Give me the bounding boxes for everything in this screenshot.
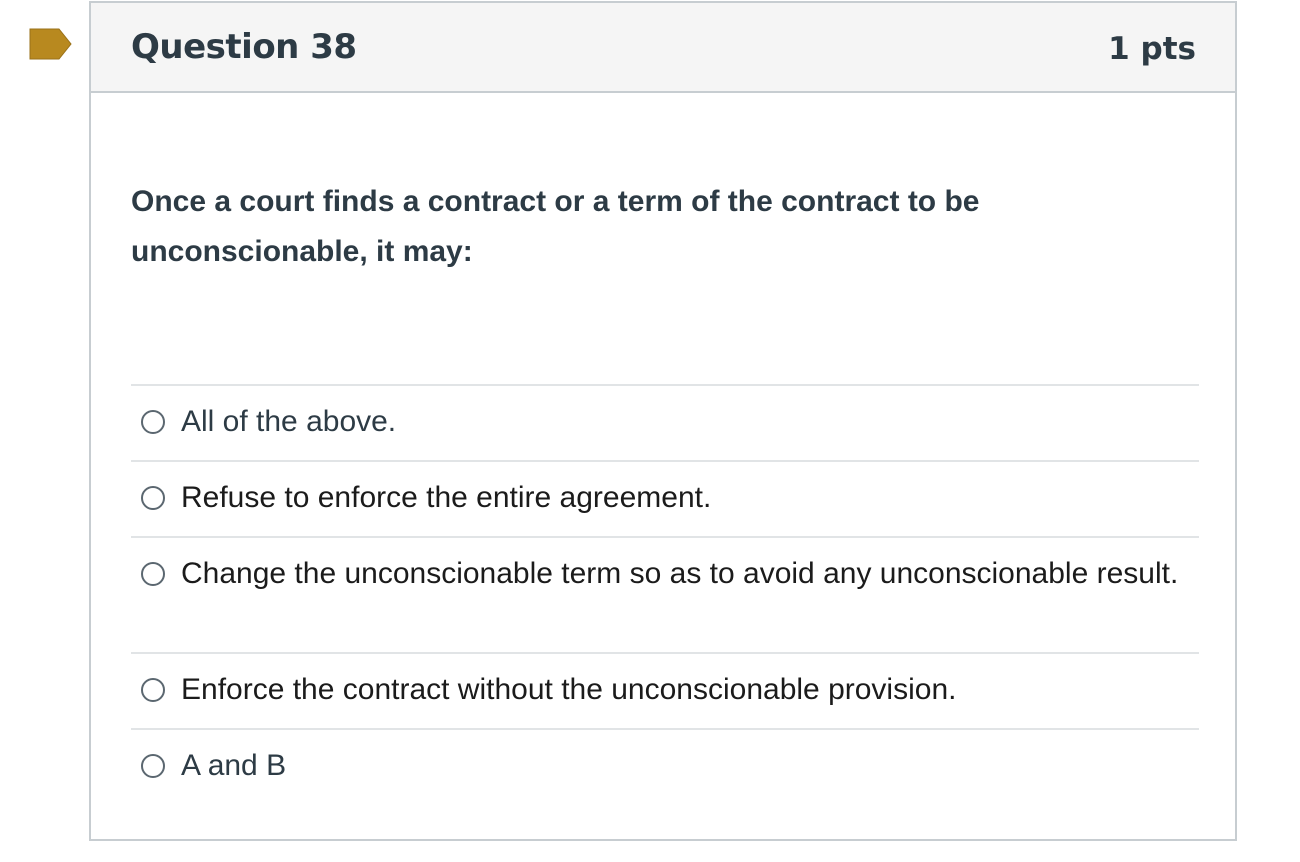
answer-option[interactable]: Refuse to enforce the entire agreement. [131,462,1199,538]
radio-button[interactable] [141,410,165,434]
answer-label[interactable]: All of the above. [181,402,1199,442]
answer-label[interactable]: Enforce the contract without the unconsc… [181,670,1199,710]
answer-list: All of the above. Refuse to enforce the … [131,384,1199,806]
question-header: Question 38 1 pts [91,3,1235,93]
question-title: Question 38 [131,27,357,67]
answer-option[interactable]: All of the above. [131,386,1199,462]
answer-option[interactable]: Enforce the contract without the unconsc… [131,654,1199,730]
radio-button[interactable] [141,678,165,702]
radio-button[interactable] [141,486,165,510]
question-points: 1 pts [1108,31,1196,67]
question-card: Question 38 1 pts Once a court finds a c… [89,1,1237,841]
answer-label[interactable]: Change the unconscionable term so as to … [181,554,1199,594]
flag-question-icon[interactable] [29,28,72,60]
radio-button[interactable] [141,562,165,586]
question-text: Once a court finds a contract or a term … [131,185,980,268]
radio-button[interactable] [141,754,165,778]
answer-option[interactable]: Change the unconscionable term so as to … [131,538,1199,654]
answer-label[interactable]: Refuse to enforce the entire agreement. [181,478,1199,518]
answer-option[interactable]: A and B [131,730,1199,806]
answer-label[interactable]: A and B [181,746,1199,786]
